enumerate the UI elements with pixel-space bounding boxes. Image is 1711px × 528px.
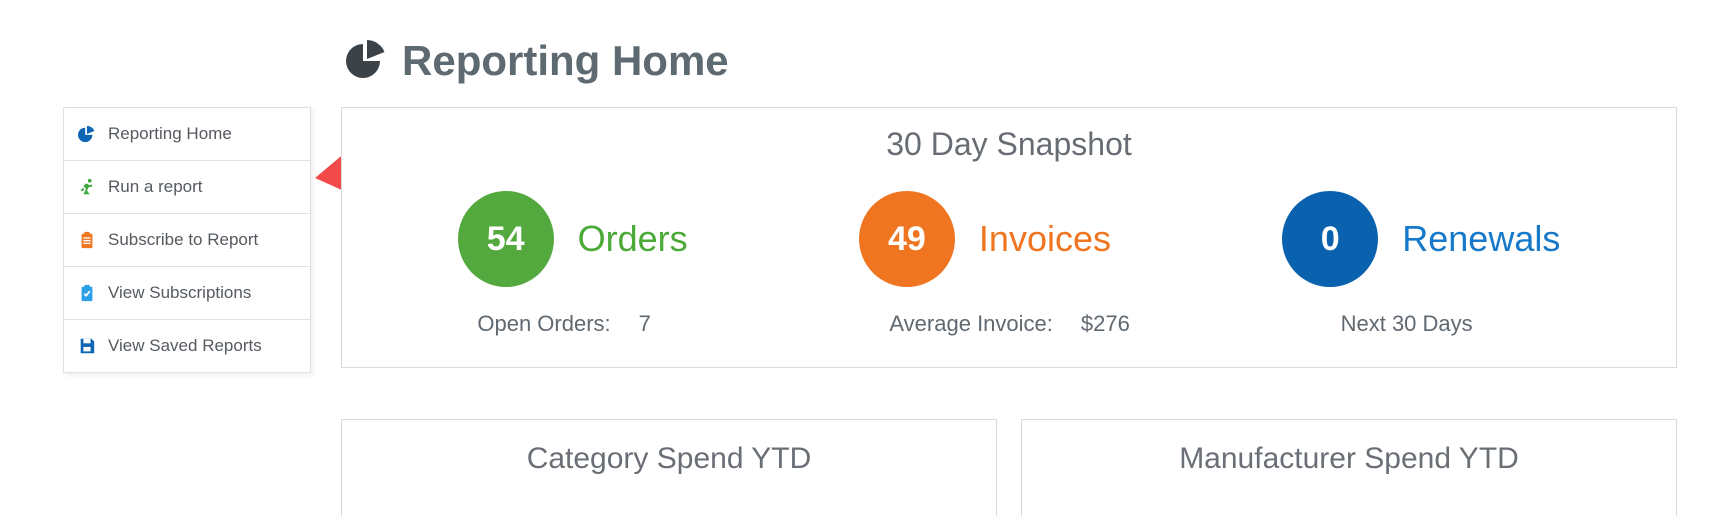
stat-orders: 54 Orders [458,191,688,287]
stat-renewals-sub-label: Next 30 Days [1341,311,1473,337]
stat-invoices: 49 Invoices [859,191,1111,287]
stat-invoices-sub: Average Invoice: $276 [889,311,1129,337]
stat-invoices-label: Invoices [979,218,1111,260]
save-icon [76,337,98,355]
panel-category-spend: Category Spend YTD [341,419,997,516]
sidebar-item-label: Reporting Home [108,124,232,144]
stat-renewals-label: Renewals [1402,218,1560,260]
running-person-icon [76,178,98,196]
stat-renewals: 0 Renewals [1282,191,1560,287]
stat-invoices-sub-value: $276 [1081,311,1130,337]
sidebar-item-label: Run a report [108,177,203,197]
pie-chart-icon [76,125,98,143]
page-title: Reporting Home [402,37,729,85]
stat-orders-sub-label: Open Orders: [477,311,610,337]
stat-orders-sub: Open Orders: 7 [477,311,678,337]
sidebar-item-view-saved-reports[interactable]: View Saved Reports [64,320,310,372]
stat-orders-sub-value: 7 [639,311,679,337]
sidebar-item-label: Subscribe to Report [108,230,258,250]
sidebar-item-view-subscriptions[interactable]: View Subscriptions [64,267,310,320]
sidebar-item-run-report[interactable]: Run a report [64,161,310,214]
bottom-panels: Category Spend YTD Manufacturer Spend YT… [341,419,1677,516]
sidebar-item-subscribe-report[interactable]: Subscribe to Report [64,214,310,267]
snapshot-stats-row: 54 Orders 49 Invoices 0 Renewals [342,173,1676,293]
panel-category-spend-title: Category Spend YTD [527,442,812,475]
sidebar-item-label: View Subscriptions [108,283,251,303]
stat-orders-label: Orders [578,218,688,260]
panel-manufacturer-spend-title: Manufacturer Spend YTD [1179,442,1519,475]
sidebar-item-reporting-home[interactable]: Reporting Home [64,108,310,161]
panel-manufacturer-spend: Manufacturer Spend YTD [1021,419,1677,516]
page-header: Reporting Home [346,37,729,85]
stat-invoices-sub-label: Average Invoice: [889,311,1052,337]
stat-renewals-count: 0 [1282,191,1378,287]
clipboard-icon [76,231,98,249]
stat-invoices-count: 49 [859,191,955,287]
snapshot-sub-row: Open Orders: 7 Average Invoice: $276 Nex… [342,293,1676,337]
stat-orders-count: 54 [458,191,554,287]
sidebar-item-label: View Saved Reports [108,336,262,356]
sidebar: Reporting Home Run a report Subscribe to… [63,107,311,373]
clipboard-check-icon [76,284,98,302]
stat-renewals-sub: Next 30 Days [1341,311,1541,337]
snapshot-title: 30 Day Snapshot [342,108,1676,173]
pie-chart-icon [346,38,388,85]
snapshot-panel: 30 Day Snapshot 54 Orders 49 Invoices 0 … [341,107,1677,368]
